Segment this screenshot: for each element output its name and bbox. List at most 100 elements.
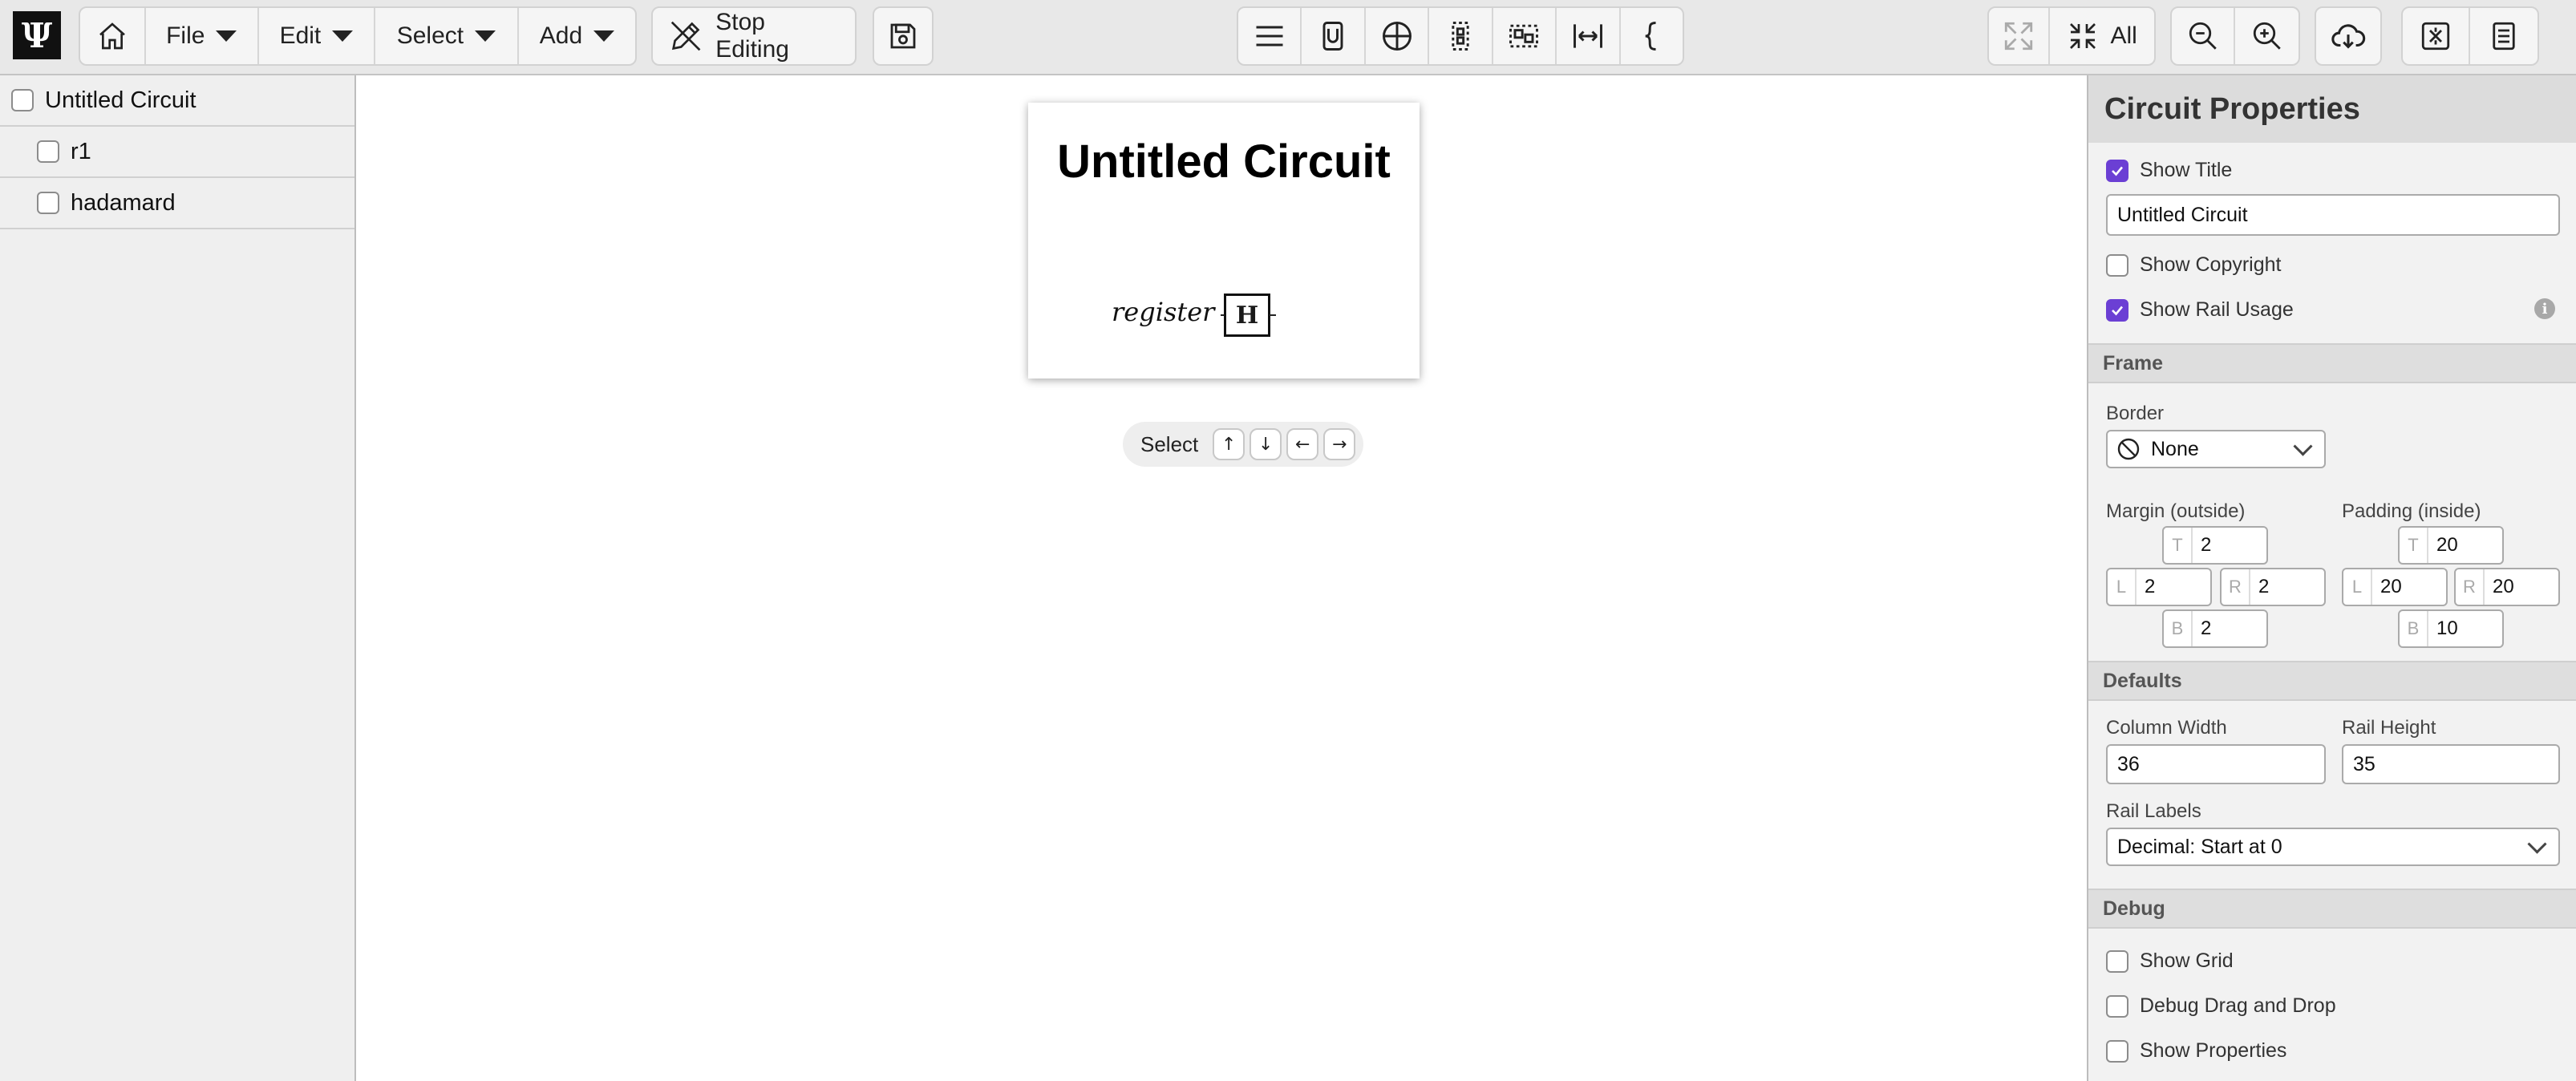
stop-editing-group: Stop Editing	[651, 6, 857, 66]
rails-icon	[1256, 26, 1283, 47]
rail-wire-out	[1270, 314, 1276, 316]
multi-gate-icon	[1452, 22, 1469, 51]
expand-icon	[2004, 22, 2033, 51]
add-spacer-button[interactable]	[1557, 8, 1621, 64]
app-logo[interactable]: Ψ	[13, 11, 61, 59]
select-left-button[interactable]: ←	[1286, 428, 1319, 460]
add-menu-label: Add	[539, 22, 583, 49]
border-label: Border	[2106, 403, 2165, 424]
margin-left-value: 2	[2145, 576, 2156, 597]
margin-left-side: L	[2108, 569, 2137, 605]
chevron-down-icon	[593, 30, 615, 42]
tree-item-circuit[interactable]: Untitled Circuit	[0, 75, 354, 127]
select-right-button[interactable]: →	[1323, 428, 1356, 460]
margin-top-side: T	[2164, 528, 2193, 563]
border-select[interactable]: None	[2106, 430, 2326, 468]
tree-item-label: Untitled Circuit	[45, 87, 196, 113]
circuit-preview[interactable]: Untitled Circuit register H	[1028, 103, 1420, 379]
padding-bottom-side: B	[2400, 611, 2428, 646]
add-menu[interactable]: Add	[519, 8, 635, 64]
show-properties-checkbox[interactable]	[2106, 1039, 2128, 1063]
register-label[interactable]: register	[1112, 297, 1214, 327]
show-title-checkbox[interactable]	[2106, 159, 2128, 182]
select-nav-label: Select	[1140, 431, 1199, 456]
brace-icon	[1645, 22, 1656, 51]
none-icon	[2117, 438, 2140, 460]
shrink-icon	[2070, 23, 2096, 49]
focus-button[interactable]	[2403, 8, 2471, 64]
show-copyright-checkbox[interactable]	[2106, 253, 2128, 277]
padding-right-input[interactable]: R 20	[2454, 568, 2560, 606]
margin-right-input[interactable]: R2	[2220, 568, 2326, 606]
chevron-down-icon	[2293, 436, 2313, 456]
margin-left-input[interactable]: L2	[2106, 568, 2212, 606]
add-brace-button[interactable]	[1621, 8, 1683, 64]
margin-top-input[interactable]: T2	[2162, 526, 2268, 565]
show-copyright-row[interactable]: Show Copyright	[2106, 253, 2281, 277]
download-button[interactable]	[2316, 8, 2380, 64]
debug-dnd-checkbox[interactable]	[2106, 994, 2128, 1018]
tree-item-checkbox[interactable]	[37, 140, 59, 163]
show-grid-row[interactable]: Show Grid	[2106, 949, 2234, 973]
top-toolbar: Ψ File Edit Select Add Stop Editing All	[0, 0, 2576, 75]
show-rail-usage-checkbox[interactable]	[2106, 298, 2128, 322]
debug-dnd-label: Debug Drag and Drop	[2140, 994, 2336, 1017]
info-icon[interactable]: i	[2534, 298, 2555, 319]
rail-labels-select-value: Decimal: Start at 0	[2117, 835, 2282, 858]
select-navigator: Select ↑ ↓ ← →	[1123, 422, 1364, 467]
hadamard-gate[interactable]: H	[1224, 294, 1270, 337]
add-rail-button[interactable]	[1238, 8, 1302, 64]
stop-editing-button[interactable]: Stop Editing	[653, 8, 855, 64]
save-button[interactable]	[874, 8, 932, 64]
select-up-button[interactable]: ↑	[1213, 428, 1245, 460]
save-group	[873, 6, 934, 66]
home-button[interactable]	[80, 8, 146, 64]
add-gate-button[interactable]	[1302, 8, 1366, 64]
group-icon	[1509, 24, 1539, 48]
debug-section-heading: Debug	[2088, 889, 2576, 929]
title-textarea[interactable]: Untitled Circuit	[2106, 194, 2560, 236]
fit-all-label: All	[2110, 22, 2137, 49]
editor-canvas[interactable]: Untitled Circuit register H Select ↑ ↓ ←…	[356, 75, 2087, 1081]
show-rail-usage-row[interactable]: Show Rail Usage	[2106, 298, 2294, 322]
show-copyright-label: Show Copyright	[2140, 253, 2282, 276]
column-width-input[interactable]: 36	[2106, 744, 2326, 784]
margin-right-value: 2	[2258, 576, 2270, 597]
tree-item-r1[interactable]: r1	[0, 127, 354, 178]
zoom-fit-group: All	[1987, 6, 2156, 66]
border-select-value: None	[2151, 437, 2199, 460]
stop-editing-label: Stop Editing	[715, 9, 789, 63]
show-properties-label: Show Properties	[2140, 1039, 2287, 1062]
add-target-button[interactable]	[1366, 8, 1430, 64]
add-multigate-button[interactable]	[1429, 8, 1493, 64]
file-menu-label: File	[166, 22, 205, 49]
rail-height-input[interactable]: 35	[2342, 744, 2560, 784]
tree-item-checkbox[interactable]	[11, 89, 34, 111]
zoom-out-button[interactable]	[2172, 8, 2236, 64]
show-title-row[interactable]: Show Title	[2106, 159, 2232, 182]
edit-menu[interactable]: Edit	[259, 8, 375, 64]
fit-all-button[interactable]: All	[2050, 8, 2154, 64]
margin-bottom-input[interactable]: B2	[2162, 609, 2268, 648]
tree-item-hadamard[interactable]: hadamard	[0, 178, 354, 229]
padding-left-input[interactable]: L 20	[2342, 568, 2448, 606]
padding-label: Padding (inside)	[2342, 500, 2481, 522]
select-down-button[interactable]: ↓	[1250, 428, 1282, 460]
gate-icon	[1322, 22, 1343, 51]
show-grid-checkbox[interactable]	[2106, 949, 2128, 973]
show-grid-label: Show Grid	[2140, 949, 2234, 972]
add-group-button[interactable]	[1493, 8, 1557, 64]
check-icon	[2112, 306, 2124, 315]
select-menu[interactable]: Select	[375, 8, 519, 64]
tree-item-checkbox[interactable]	[37, 192, 59, 214]
padding-top-input[interactable]: T 20	[2398, 526, 2504, 565]
debug-dnd-row[interactable]: Debug Drag and Drop	[2106, 994, 2336, 1018]
rail-labels-select[interactable]: Decimal: Start at 0	[2106, 828, 2560, 866]
padding-bottom-input[interactable]: B 10	[2398, 609, 2504, 648]
zoom-in-button[interactable]	[2235, 8, 2299, 64]
properties-panel-button[interactable]	[2470, 8, 2538, 64]
show-properties-row[interactable]: Show Properties	[2106, 1039, 2286, 1063]
fit-button[interactable]	[1989, 8, 2051, 64]
file-menu[interactable]: File	[146, 8, 259, 64]
select-menu-label: Select	[396, 22, 464, 49]
